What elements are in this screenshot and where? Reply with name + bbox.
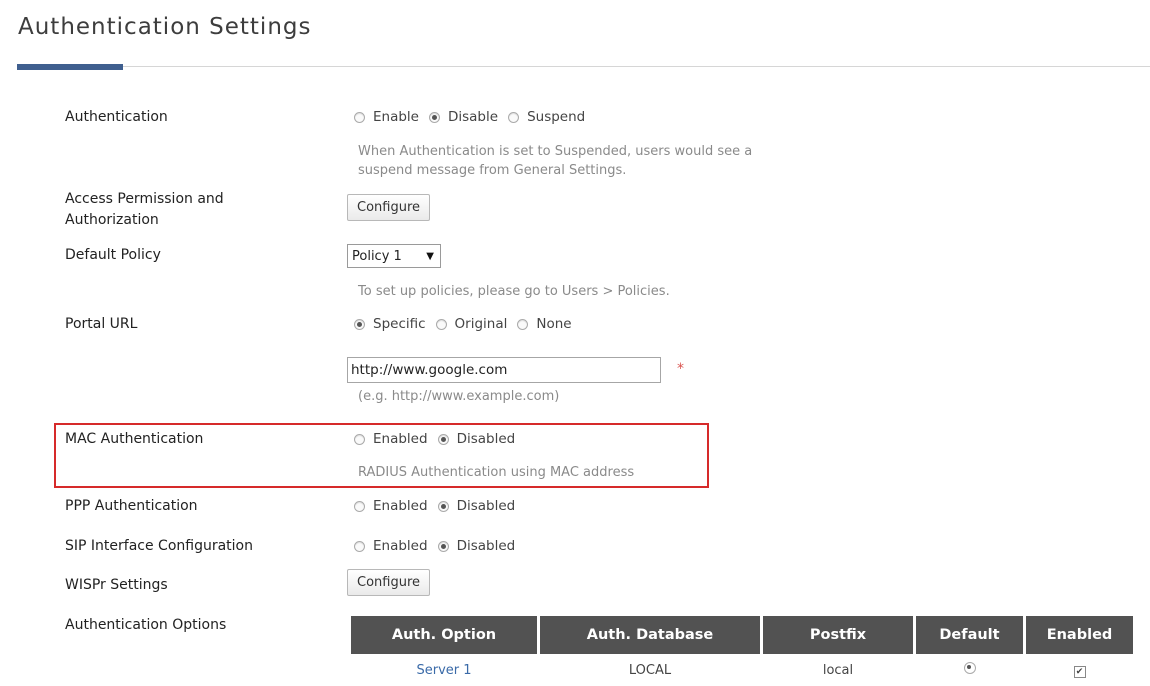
default-policy-hint: To set up policies, please go to Users >… <box>358 284 670 299</box>
portal-url-none-option[interactable]: None <box>517 316 572 332</box>
enabled-cell[interactable]: ✔ <box>1026 654 1133 686</box>
radio-icon[interactable] <box>354 540 365 552</box>
sip-interface-enabled-option[interactable]: Enabled <box>354 538 428 554</box>
radio-icon[interactable] <box>354 433 365 445</box>
portal-url-original-option[interactable]: Original <box>435 316 507 332</box>
radio-selected-icon[interactable] <box>354 318 365 330</box>
mac-authentication-enabled-option[interactable]: Enabled <box>354 431 428 447</box>
radio-icon[interactable] <box>508 111 520 123</box>
table-row: Server 1 LOCAL local ✔ <box>351 654 1133 686</box>
radio-icon[interactable] <box>435 318 447 330</box>
radio-selected-icon[interactable] <box>437 433 449 445</box>
radio-icon[interactable] <box>354 111 365 123</box>
portal-url-specific-option[interactable]: Specific <box>354 316 426 332</box>
column-header-auth-database: Auth. Database <box>540 616 760 654</box>
portal-url-label: Portal URL <box>65 316 138 332</box>
dropdown-arrow-icon: ▼ <box>426 250 434 262</box>
postfix-cell: local <box>822 662 854 678</box>
radio-selected-icon[interactable] <box>437 540 449 552</box>
sip-interface-radio-group: Enabled Disabled <box>354 538 525 554</box>
portal-url-example: (e.g. http://www.example.com) <box>358 389 560 404</box>
authentication-disable-option[interactable]: Disable <box>428 109 498 125</box>
default-policy-select[interactable]: Policy 1 ▼ <box>347 244 441 268</box>
mac-authentication-disabled-option[interactable]: Disabled <box>437 431 515 447</box>
sip-interface-disabled-option[interactable]: Disabled <box>437 538 515 554</box>
ppp-authentication-radio-group: Enabled Disabled <box>354 498 525 514</box>
mac-authentication-label: MAC Authentication <box>65 431 204 447</box>
wispr-settings-label: WISPr Settings <box>65 577 168 593</box>
default-policy-label: Default Policy <box>65 247 161 263</box>
sip-interface-label: SIP Interface Configuration <box>65 538 253 554</box>
title-divider <box>17 66 1150 67</box>
access-permission-configure-button[interactable]: Configure <box>347 194 431 221</box>
authentication-hint: When Authentication is set to Suspended,… <box>358 144 753 178</box>
ppp-authentication-disabled-option[interactable]: Disabled <box>437 498 515 514</box>
auth-database-cell: LOCAL <box>628 662 672 678</box>
auth-option-cell[interactable]: Server 1 <box>351 654 537 686</box>
column-header-default: Default <box>916 616 1023 654</box>
authentication-radio-group: Enable Disable Suspend <box>354 109 595 125</box>
radio-selected-icon[interactable] <box>428 111 440 123</box>
required-asterisk: * <box>677 361 684 377</box>
page-title: Authentication Settings <box>18 14 312 40</box>
mac-authentication-radio-group: Enabled Disabled <box>354 431 525 447</box>
radio-icon[interactable] <box>354 500 365 512</box>
authentication-suspend-option[interactable]: Suspend <box>508 109 585 125</box>
column-header-auth-option: Auth. Option <box>351 616 537 654</box>
default-cell[interactable] <box>916 654 1023 686</box>
server-link[interactable]: Server 1 <box>416 663 471 678</box>
authentication-label: Authentication <box>65 109 168 125</box>
radio-icon[interactable] <box>517 318 529 330</box>
mac-authentication-hint: RADIUS Authentication using MAC address <box>358 465 635 480</box>
ppp-authentication-enabled-option[interactable]: Enabled <box>354 498 428 514</box>
ppp-authentication-label: PPP Authentication <box>65 498 198 514</box>
wispr-configure-button[interactable]: Configure <box>347 569 431 596</box>
column-header-postfix: Postfix <box>763 616 913 654</box>
authentication-enable-option[interactable]: Enable <box>354 109 419 125</box>
title-accent-bar <box>17 64 123 70</box>
portal-url-input[interactable] <box>347 357 661 383</box>
radio-selected-icon[interactable] <box>437 500 449 512</box>
access-permission-label: Access Permission and Authorization <box>65 191 224 228</box>
authentication-options-label: Authentication Options <box>65 617 227 633</box>
portal-url-radio-group: Specific Original None <box>354 316 582 332</box>
default-radio-icon[interactable] <box>963 662 976 674</box>
column-header-enabled: Enabled <box>1026 616 1133 654</box>
